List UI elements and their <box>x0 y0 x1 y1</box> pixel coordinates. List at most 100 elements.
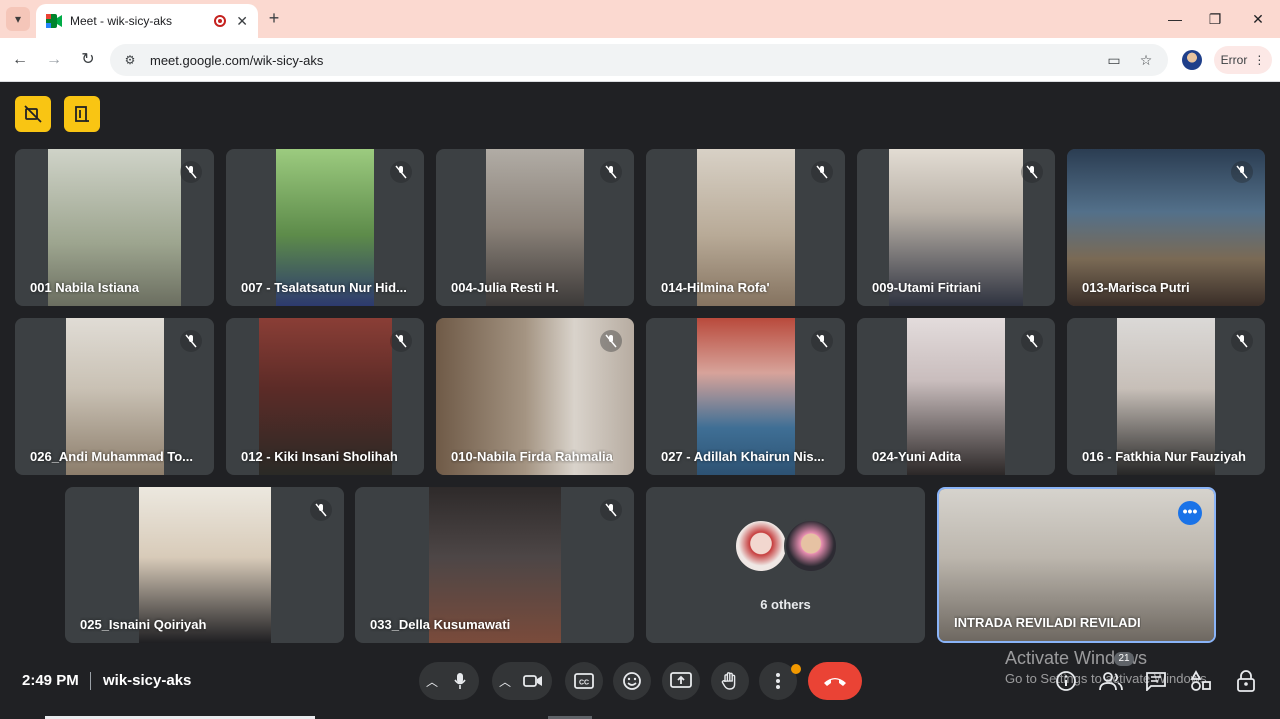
tile-options-icon[interactable]: ••• <box>1178 501 1202 525</box>
tab-title: Meet - wik-sicy-aks <box>70 14 173 28</box>
mic-off-icon <box>600 161 622 183</box>
participant-tile[interactable]: 009-Utami Fitriani <box>857 149 1055 306</box>
camera-control-group: ︿ <box>492 662 552 700</box>
error-chip[interactable]: Error ⋮ <box>1214 46 1272 74</box>
camera-icon <box>523 675 542 687</box>
svg-text:CC: CC <box>579 680 589 687</box>
camera-in-use-icon[interactable]: ▭ <box>1104 50 1124 70</box>
participant-name: 012 - Kiki Insani Sholihah <box>241 449 398 464</box>
mic-off-icon <box>1231 161 1253 183</box>
more-menu-icon: ⋮ <box>1253 53 1266 67</box>
participant-name: 033_Della Kusumawati <box>370 617 511 632</box>
camera-button[interactable] <box>518 674 548 688</box>
close-tab-icon[interactable]: ✕ <box>236 13 248 30</box>
mic-off-icon <box>1021 330 1043 352</box>
recording-indicator-icon <box>214 15 227 27</box>
participant-tile[interactable]: 012 - Kiki Insani Sholihah <box>226 318 424 475</box>
bookmark-star-icon[interactable]: ☆ <box>1136 50 1156 70</box>
captions-button[interactable]: CC <box>565 662 603 700</box>
minimize-button[interactable]: — <box>1164 8 1186 30</box>
participant-tile[interactable]: 027 - Adillah Khairun Nis... <box>646 318 845 475</box>
mic-off-icon <box>1021 161 1043 183</box>
layout-button[interactable] <box>64 96 100 132</box>
more-vert-icon <box>776 673 780 689</box>
browser-tab[interactable]: Meet - wik-sicy-aks ✕ <box>36 4 258 38</box>
maximize-button[interactable]: ❐ <box>1204 8 1226 30</box>
participant-name: 001 Nabila Istiana <box>30 280 140 295</box>
self-view-tile[interactable]: ••• INTRADA REVILADI REVILADI <box>937 487 1216 643</box>
activities-shapes-icon <box>1190 670 1211 691</box>
profile-avatar[interactable] <box>1182 50 1202 70</box>
participant-name: 004-Julia Resti H. <box>451 280 559 295</box>
error-chip-label: Error <box>1220 53 1248 67</box>
participant-tile[interactable]: 024-Yuni Adita <box>857 318 1055 475</box>
participant-name: INTRADA REVILADI REVILADI <box>954 615 1141 630</box>
door-exit-icon <box>75 106 89 122</box>
mic-control-group: ︿ <box>419 662 479 700</box>
mic-off-icon <box>310 499 332 521</box>
participant-tile[interactable]: 025_Isnaini Qoiriyah <box>65 487 344 643</box>
browser-toolbar: ← → ↻ ⚙ meet.google.com/wik-sicy-aks ▭ ☆… <box>0 38 1280 82</box>
site-info-icon[interactable]: ⚙ <box>122 52 138 68</box>
close-window-button[interactable]: ✕ <box>1247 8 1269 30</box>
participant-name: 026_Andi Muhammad To... <box>30 449 194 464</box>
others-avatar <box>784 519 838 573</box>
back-button[interactable]: ← <box>8 48 32 72</box>
reload-button[interactable]: ↻ <box>76 48 100 72</box>
chat-button[interactable] <box>1143 668 1169 694</box>
present-screen-button[interactable] <box>662 662 700 700</box>
participant-tile[interactable]: 007 - Tsalatsatun Nur Hid... <box>226 149 424 306</box>
tab-search-button[interactable]: ▾ <box>6 7 30 31</box>
participant-tile[interactable]: 016 - Fatkhia Nur Fauziyah <box>1067 318 1265 475</box>
meet-favicon-icon <box>46 14 62 28</box>
emoji-icon <box>623 672 641 690</box>
video-off-toggle-button[interactable] <box>15 96 51 132</box>
participant-name: 027 - Adillah Khairun Nis... <box>661 449 825 464</box>
meeting-time: 2:49 PM <box>22 672 79 689</box>
chat-icon <box>1146 672 1166 691</box>
new-tab-button[interactable]: + <box>264 8 284 28</box>
leave-call-button[interactable] <box>808 662 862 700</box>
participant-tile[interactable]: 013-Marisca Putri <box>1067 149 1265 306</box>
browser-tab-bar: ▾ Meet - wik-sicy-aks ✕ + — ❐ ✕ <box>0 0 1280 38</box>
notification-dot <box>791 664 801 674</box>
people-button[interactable] <box>1098 668 1124 694</box>
activities-button[interactable] <box>1188 668 1214 694</box>
meet-stage: 001 Nabila Istiana 007 - Tsalatsatun Nur… <box>0 82 1280 719</box>
participant-name: 009-Utami Fitriani <box>872 280 982 295</box>
raise-hand-icon <box>721 672 736 690</box>
end-call-icon <box>824 678 846 686</box>
microphone-button[interactable] <box>445 672 475 690</box>
raise-hand-button[interactable] <box>711 662 749 700</box>
microphone-icon <box>454 673 466 689</box>
people-icon <box>1099 672 1123 691</box>
divider <box>90 672 91 690</box>
participant-tile[interactable]: 010-Nabila Firda Rahmalia <box>436 318 634 475</box>
address-bar[interactable]: ⚙ meet.google.com/wik-sicy-aks ▭ ☆ <box>110 44 1168 76</box>
video-options-chevron-icon[interactable]: ︿ <box>492 673 518 690</box>
participant-tile[interactable]: 033_Della Kusumawati <box>355 487 634 643</box>
others-tile[interactable]: 6 others <box>646 487 925 643</box>
participant-tile[interactable]: 004-Julia Resti H. <box>436 149 634 306</box>
url-text[interactable]: meet.google.com/wik-sicy-aks <box>150 53 1104 68</box>
audio-options-chevron-icon[interactable]: ︿ <box>419 673 445 690</box>
people-count-badge: 21 <box>1114 652 1134 666</box>
mic-off-icon <box>600 330 622 352</box>
participant-name: 010-Nabila Firda Rahmalia <box>451 449 613 464</box>
mic-off-icon <box>1231 330 1253 352</box>
forward-button[interactable]: → <box>42 48 66 72</box>
others-avatar <box>734 519 788 573</box>
mic-off-icon <box>811 330 833 352</box>
reactions-button[interactable] <box>613 662 651 700</box>
participant-tile[interactable]: 001 Nabila Istiana <box>15 149 214 306</box>
meeting-details-button[interactable] <box>1053 668 1079 694</box>
mic-off-icon <box>390 161 412 183</box>
host-controls-button[interactable] <box>1233 668 1259 694</box>
participant-tile[interactable]: 014-Hilmina Rofa' <box>646 149 845 306</box>
participant-name: 014-Hilmina Rofa' <box>661 280 770 295</box>
mic-off-icon <box>180 161 202 183</box>
lock-person-icon <box>1237 670 1255 692</box>
mic-off-icon <box>390 330 412 352</box>
participant-tile[interactable]: 026_Andi Muhammad To... <box>15 318 214 475</box>
meeting-code: wik-sicy-aks <box>103 672 192 689</box>
